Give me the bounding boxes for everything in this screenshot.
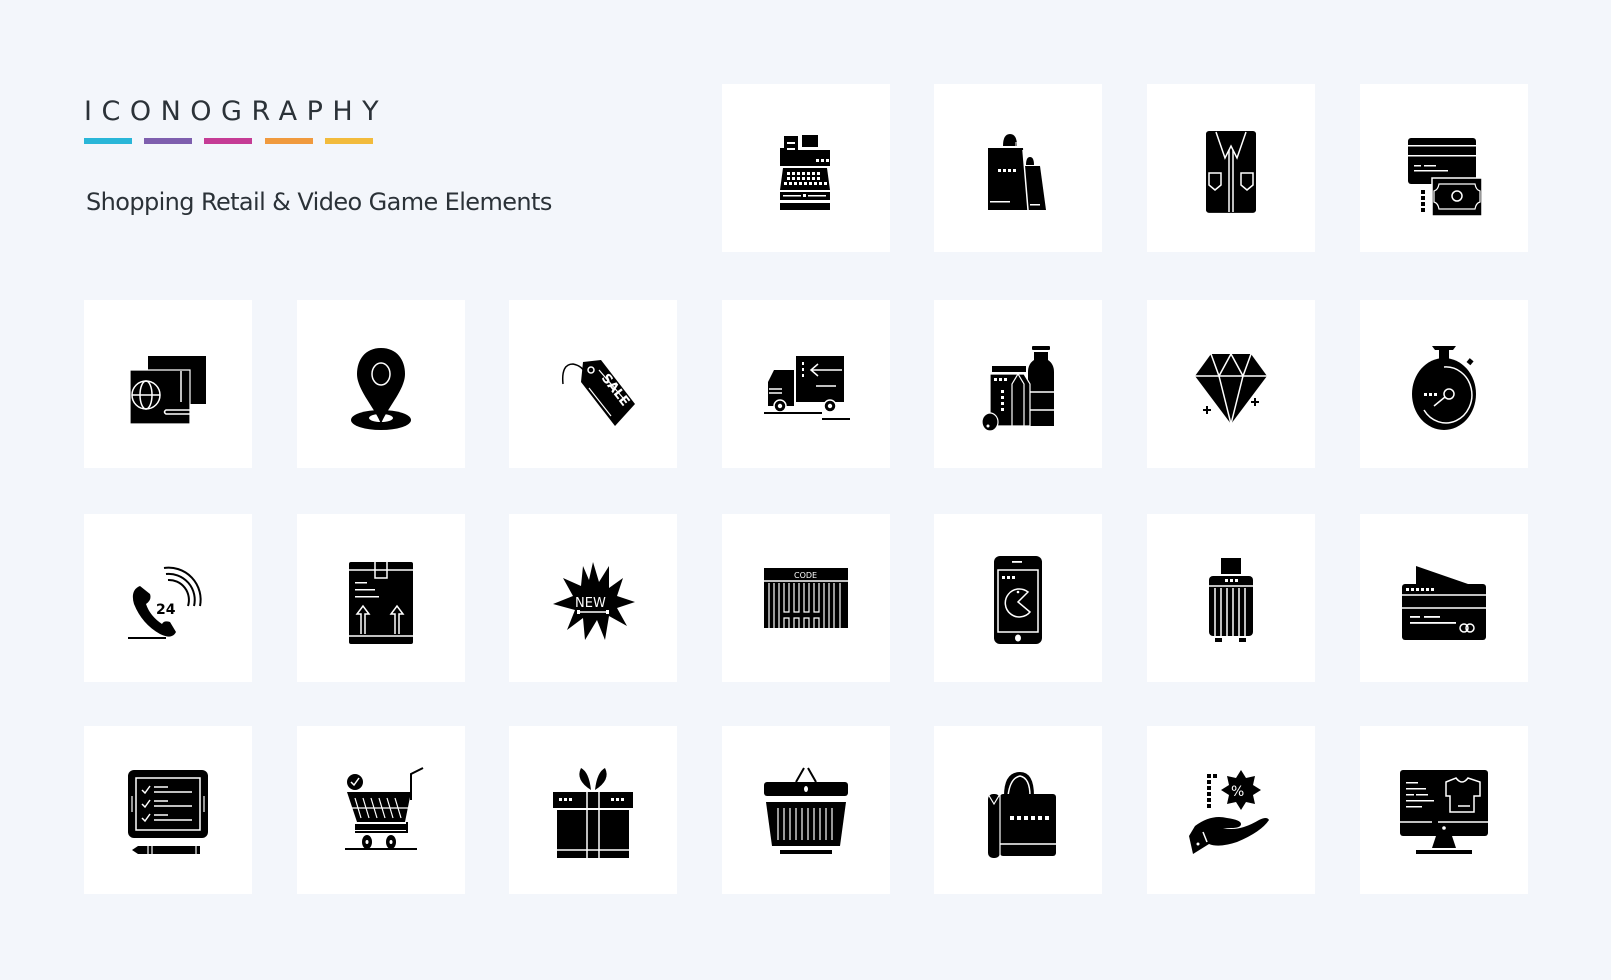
icon-tile[interactable] — [934, 300, 1102, 468]
barcode-label: CODE — [794, 571, 817, 580]
icon-tile[interactable]: 24 — [84, 514, 252, 682]
icon-tile[interactable]: NEW — [509, 514, 677, 682]
icon-tile[interactable] — [1360, 300, 1528, 468]
luggage-icon — [1209, 558, 1253, 642]
icon-tile[interactable] — [1147, 300, 1315, 468]
cash-register-icon — [780, 135, 830, 210]
location-pin-icon — [351, 348, 411, 430]
sale-tag-icon: SALE — [543, 360, 635, 426]
discount-symbol-text: % — [1231, 784, 1244, 800]
icon-tile[interactable] — [1360, 514, 1528, 682]
credit-card-icon — [1402, 566, 1486, 640]
page-subtitle: Shopping Retail & Video Game Elements — [86, 188, 552, 216]
24-hour-support-icon: 24 — [118, 548, 218, 648]
delivery-truck-icon — [764, 356, 850, 420]
discount-offer-hand-icon: % — [1189, 770, 1269, 854]
icon-tile[interactable] — [297, 514, 465, 682]
icon-tile[interactable] — [722, 300, 890, 468]
icon-tile[interactable] — [1360, 84, 1528, 252]
barcode-icon: CODE — [764, 568, 848, 628]
gift-box-icon — [553, 768, 633, 858]
icon-tile[interactable] — [934, 514, 1102, 682]
icon-tile[interactable] — [1147, 84, 1315, 252]
tablet-checklist-icon — [128, 770, 208, 854]
diamond-icon — [1195, 334, 1267, 434]
brand-bar — [84, 138, 132, 144]
shopping-bags-icon — [988, 134, 1046, 218]
support-hours-text: 24 — [156, 602, 176, 618]
icon-tile[interactable] — [722, 84, 890, 252]
mobile-game-icon — [994, 556, 1042, 644]
brand-title: ICONOGRAPHY — [84, 96, 389, 127]
brand-bar — [325, 138, 373, 144]
icon-tile[interactable] — [1360, 726, 1528, 894]
passport-icon — [118, 356, 206, 434]
icon-tile[interactable]: % — [1147, 726, 1315, 894]
brand-bar — [144, 138, 192, 144]
icon-tile[interactable] — [1147, 514, 1315, 682]
shopping-basket-icon — [764, 760, 848, 854]
icon-tile[interactable] — [84, 726, 252, 894]
new-badge-icon: NEW — [553, 562, 635, 640]
stopwatch-icon — [1412, 346, 1476, 430]
icon-tile[interactable] — [934, 84, 1102, 252]
icon-tile[interactable] — [722, 726, 890, 894]
online-clothing-store-icon — [1400, 770, 1488, 854]
package-box-icon — [349, 562, 413, 644]
grocery-products-icon — [968, 346, 1054, 434]
icon-tile[interactable]: CODE — [722, 514, 890, 682]
icon-tile[interactable] — [934, 726, 1102, 894]
new-badge-text: NEW — [575, 596, 606, 611]
shopping-bag-icon — [968, 772, 1056, 858]
icon-tile[interactable] — [84, 300, 252, 468]
brand-bar — [265, 138, 313, 144]
icon-tile[interactable] — [297, 726, 465, 894]
icon-tile[interactable] — [509, 726, 677, 894]
shopping-cart-check-icon — [345, 760, 431, 850]
card-and-cash-icon — [1408, 138, 1494, 218]
brand-bar — [204, 138, 252, 144]
icon-tile[interactable] — [297, 300, 465, 468]
shirt-icon — [1206, 131, 1256, 213]
icon-tile[interactable]: SALE — [509, 300, 677, 468]
